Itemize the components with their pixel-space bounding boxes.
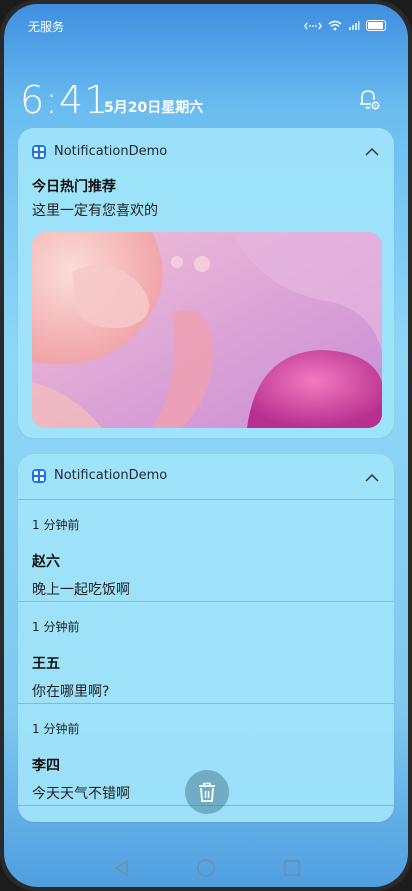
- wifi-icon: [328, 16, 342, 35]
- app-name: NotificationDemo: [54, 468, 168, 483]
- notification-picture: [32, 232, 382, 428]
- phone-frame: 无服务 6:41 5月20日星期六 NotificationDemo 今日热门推…: [0, 0, 412, 891]
- divider: [18, 703, 394, 704]
- sender-name: 王五: [32, 656, 60, 672]
- list-item[interactable]: 1 分钟前 王五 你在哪里啊?: [32, 618, 372, 701]
- app-icon: [32, 468, 46, 483]
- bell-settings-icon[interactable]: [356, 86, 382, 112]
- no-signal-icon: [348, 16, 360, 35]
- recents-icon[interactable]: [282, 858, 302, 878]
- battery-icon: [366, 20, 386, 31]
- time-ago: 1 分钟前: [32, 722, 80, 736]
- chevron-up-icon[interactable]: [364, 144, 380, 160]
- trash-icon[interactable]: [185, 770, 229, 814]
- carrier-label: 无服务: [28, 20, 65, 34]
- date-label: 5月20日星期六: [104, 100, 204, 116]
- notification-group-card[interactable]: NotificationDemo 1 分钟前 赵六 晚上一起吃饭啊 1 分钟前 …: [18, 454, 394, 822]
- chevron-up-icon[interactable]: [364, 470, 380, 486]
- status-icons: [304, 16, 386, 35]
- divider: [18, 499, 394, 500]
- notification-text: 这里一定有您喜欢的: [32, 203, 158, 219]
- notification-header: NotificationDemo: [32, 144, 167, 159]
- list-item[interactable]: 1 分钟前 赵六 晚上一起吃饭啊: [32, 516, 372, 599]
- message-text: 晚上一起吃饭啊: [32, 582, 130, 598]
- home-icon[interactable]: [196, 858, 216, 878]
- divider: [18, 601, 394, 602]
- notification-group-header: NotificationDemo: [32, 468, 167, 483]
- navigation-bar: [4, 850, 408, 886]
- clock: 6:41: [20, 78, 110, 122]
- app-name: NotificationDemo: [54, 144, 168, 159]
- time-ago: 1 分钟前: [32, 620, 80, 634]
- notification-title: 今日热门推荐: [32, 179, 116, 195]
- sender-name: 赵六: [32, 554, 60, 570]
- notification-shade: 无服务 6:41 5月20日星期六 NotificationDemo 今日热门推…: [4, 4, 408, 887]
- notification-card[interactable]: NotificationDemo 今日热门推荐 这里一定有您喜欢的: [18, 128, 394, 438]
- back-icon[interactable]: [112, 858, 132, 878]
- time-ago: 1 分钟前: [32, 518, 80, 532]
- signal-link-icon: [304, 16, 322, 35]
- status-bar: 无服务: [4, 4, 408, 44]
- message-text: 你在哪里啊?: [32, 684, 110, 700]
- app-icon: [32, 144, 46, 159]
